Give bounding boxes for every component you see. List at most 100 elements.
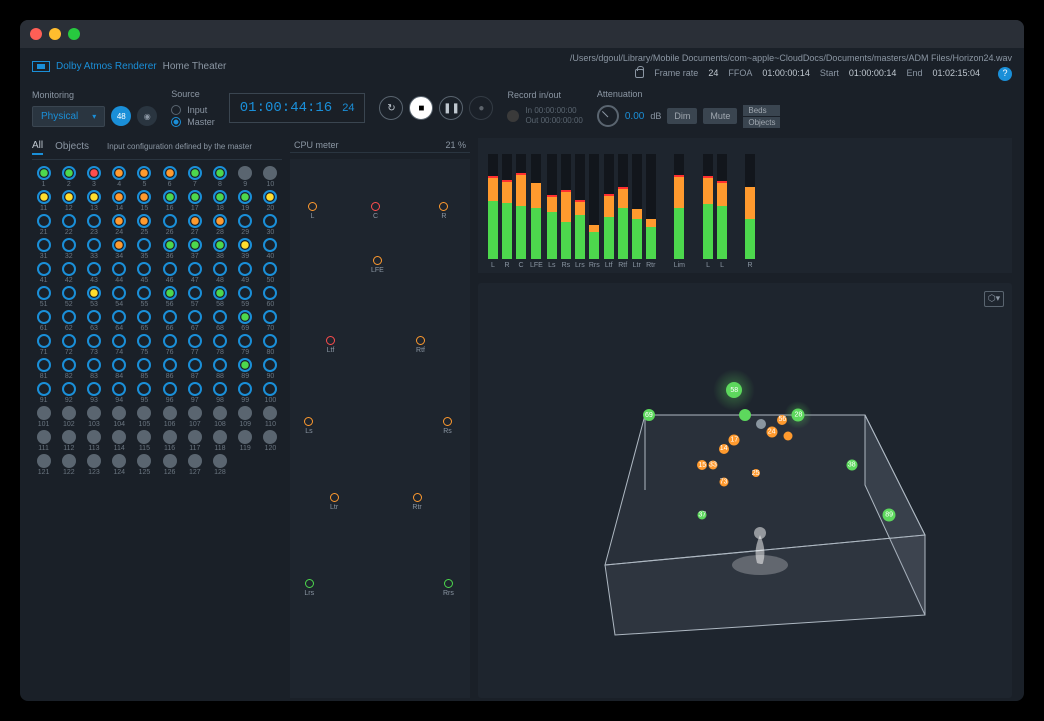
channel-75[interactable]: 75	[133, 334, 156, 356]
channel-120[interactable]: 120	[259, 430, 282, 452]
channel-45[interactable]: 45	[133, 262, 156, 284]
channel-80[interactable]: 80	[259, 334, 282, 356]
channel-24[interactable]: 24	[108, 214, 131, 236]
channel-60[interactable]: 60	[259, 286, 282, 308]
channel-41[interactable]: 41	[32, 262, 55, 284]
channel-30[interactable]: 30	[259, 214, 282, 236]
channel-31[interactable]: 31	[32, 238, 55, 260]
channel-11[interactable]: 11	[32, 190, 55, 212]
channel-4[interactable]: 4	[108, 166, 131, 188]
channel-65[interactable]: 65	[133, 310, 156, 332]
channel-5[interactable]: 5	[133, 166, 156, 188]
channel-23[interactable]: 23	[82, 214, 105, 236]
channel-106[interactable]: 106	[158, 406, 181, 428]
channel-64[interactable]: 64	[108, 310, 131, 332]
3d-object[interactable]: 37	[698, 510, 707, 519]
speaker-R[interactable]: R	[439, 202, 448, 220]
channel-127[interactable]: 127	[183, 454, 206, 476]
speaker-Lrs[interactable]: Lrs	[304, 579, 314, 597]
source-master-radio[interactable]	[171, 117, 181, 127]
channel-82[interactable]: 82	[57, 358, 80, 380]
channel-104[interactable]: 104	[108, 406, 131, 428]
channel-102[interactable]: 102	[57, 406, 80, 428]
channel-128[interactable]: 128	[208, 454, 231, 476]
3d-object[interactable]: 33	[708, 461, 717, 470]
channel-37[interactable]: 37	[183, 238, 206, 260]
channel-118[interactable]: 118	[208, 430, 231, 452]
channel-97[interactable]: 97	[183, 382, 206, 404]
3d-object[interactable]: 28	[792, 409, 805, 422]
speaker-Rtr[interactable]: Rtr	[412, 493, 421, 511]
channel-44[interactable]: 44	[108, 262, 131, 284]
3d-object[interactable]: 15	[697, 460, 707, 470]
channel-126[interactable]: 126	[158, 454, 181, 476]
3d-object[interactable]	[739, 409, 751, 421]
beds-button[interactable]: Beds	[743, 105, 780, 116]
channel-74[interactable]: 74	[108, 334, 131, 356]
monitor-count-button[interactable]: 48	[111, 106, 131, 126]
channel-18[interactable]: 18	[208, 190, 231, 212]
3d-object[interactable]: 38	[846, 460, 857, 471]
channel-13[interactable]: 13	[82, 190, 105, 212]
channel-123[interactable]: 123	[82, 454, 105, 476]
channel-67[interactable]: 67	[183, 310, 206, 332]
channel-101[interactable]: 101	[32, 406, 55, 428]
channel-112[interactable]: 112	[57, 430, 80, 452]
channel-69[interactable]: 69	[234, 310, 257, 332]
pause-button[interactable]: ❚❚	[439, 96, 463, 120]
channel-84[interactable]: 84	[108, 358, 131, 380]
3d-viewer[interactable]: ⬡▾ 6958153314177325245628373889	[478, 283, 1012, 698]
channel-78[interactable]: 78	[208, 334, 231, 356]
speaker-Ltr[interactable]: Ltr	[330, 493, 339, 511]
speaker-LFE[interactable]: LFE	[371, 256, 384, 274]
channel-6[interactable]: 6	[158, 166, 181, 188]
channel-26[interactable]: 26	[158, 214, 181, 236]
channel-93[interactable]: 93	[82, 382, 105, 404]
channel-108[interactable]: 108	[208, 406, 231, 428]
objects-button[interactable]: Objects	[743, 117, 780, 128]
channel-28[interactable]: 28	[208, 214, 231, 236]
channel-115[interactable]: 115	[133, 430, 156, 452]
channel-70[interactable]: 70	[259, 310, 282, 332]
channel-95[interactable]: 95	[133, 382, 156, 404]
channel-62[interactable]: 62	[57, 310, 80, 332]
channel-81[interactable]: 81	[32, 358, 55, 380]
3d-object[interactable]: 58	[726, 382, 742, 398]
3d-object[interactable]: 73	[719, 477, 728, 486]
channel-49[interactable]: 49	[234, 262, 257, 284]
mute-button[interactable]: Mute	[703, 108, 737, 124]
channel-33[interactable]: 33	[82, 238, 105, 260]
3d-object[interactable]: 14	[719, 444, 729, 454]
3d-object[interactable]	[783, 432, 792, 441]
channel-98[interactable]: 98	[208, 382, 231, 404]
channel-15[interactable]: 15	[133, 190, 156, 212]
channel-79[interactable]: 79	[234, 334, 257, 356]
3d-object[interactable]: 69	[643, 409, 655, 421]
help-icon[interactable]: ?	[998, 67, 1012, 81]
channel-3[interactable]: 3	[82, 166, 105, 188]
dim-button[interactable]: Dim	[667, 108, 697, 124]
channel-87[interactable]: 87	[183, 358, 206, 380]
channel-55[interactable]: 55	[133, 286, 156, 308]
channel-54[interactable]: 54	[108, 286, 131, 308]
channel-48[interactable]: 48	[208, 262, 231, 284]
channel-20[interactable]: 20	[259, 190, 282, 212]
channel-10[interactable]: 10	[259, 166, 282, 188]
speaker-L[interactable]: L	[308, 202, 317, 220]
channel-100[interactable]: 100	[259, 382, 282, 404]
channel-56[interactable]: 56	[158, 286, 181, 308]
channel-35[interactable]: 35	[133, 238, 156, 260]
channel-2[interactable]: 2	[57, 166, 80, 188]
channel-42[interactable]: 42	[57, 262, 80, 284]
channel-25[interactable]: 25	[133, 214, 156, 236]
3d-object[interactable]: 25	[752, 469, 760, 477]
channel-34[interactable]: 34	[108, 238, 131, 260]
channel-110[interactable]: 110	[259, 406, 282, 428]
channel-51[interactable]: 51	[32, 286, 55, 308]
channel-88[interactable]: 88	[208, 358, 231, 380]
3d-object[interactable]	[756, 419, 766, 429]
close-icon[interactable]	[30, 28, 42, 40]
attenuation-dial[interactable]	[597, 105, 619, 127]
channel-17[interactable]: 17	[183, 190, 206, 212]
channel-19[interactable]: 19	[234, 190, 257, 212]
